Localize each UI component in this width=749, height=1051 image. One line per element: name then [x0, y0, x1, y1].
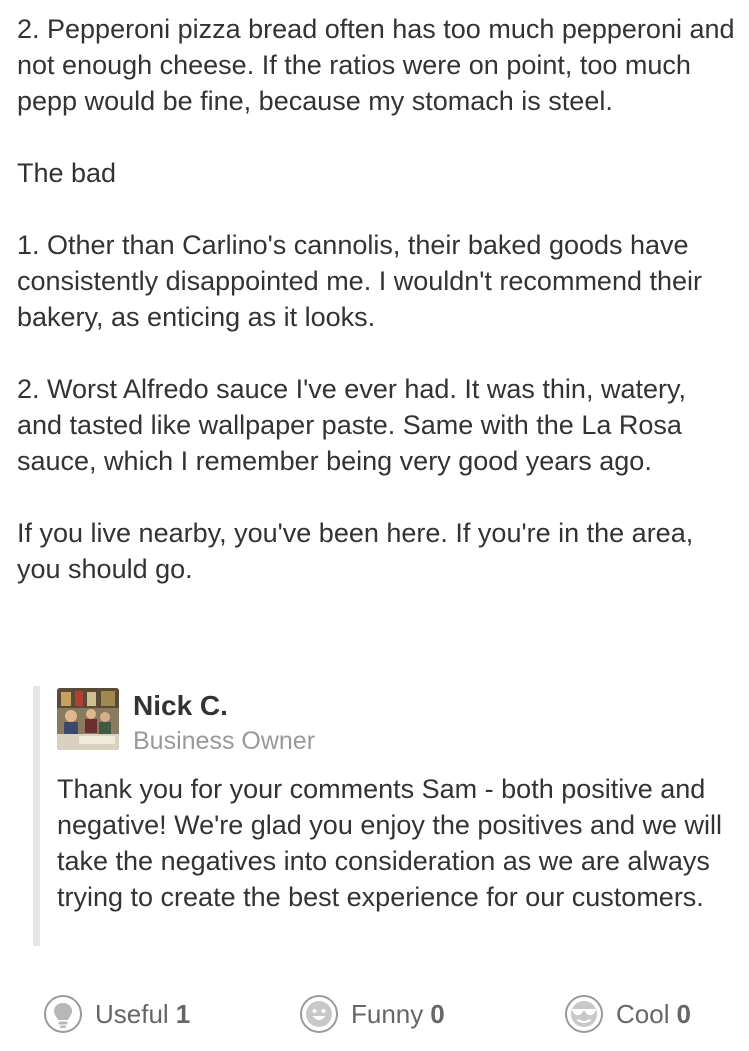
review-paragraph: 2. Worst Alfredo sauce I've ever had. It… — [17, 374, 686, 476]
cool-count: 0 — [676, 998, 691, 1029]
review-body: 2. Pepperoni pizza bread often has too m… — [17, 11, 737, 587]
review-paragraph: 1. Other than Carlino's cannolis, their … — [17, 230, 703, 332]
lightbulb-icon — [43, 994, 83, 1034]
review-section-heading: The bad — [17, 158, 117, 188]
review-actions: Useful 1 Funny 0 Cool 0 — [0, 985, 749, 1041]
funny-count: 0 — [430, 998, 445, 1029]
smiley-face-icon — [299, 994, 339, 1034]
owner-name[interactable]: Nick C. — [133, 688, 228, 724]
owner-reply-text: Thank you for your comments Sam - both p… — [57, 774, 723, 912]
owner-role: Business Owner — [133, 727, 316, 755]
cool-button[interactable]: Cool 0 — [564, 993, 691, 1035]
review-paragraph: 2. Pepperoni pizza bread often has too m… — [17, 14, 735, 116]
useful-label: Useful — [95, 998, 169, 1029]
funny-button[interactable]: Funny 0 — [299, 993, 445, 1035]
useful-button[interactable]: Useful 1 — [43, 993, 190, 1035]
funny-label: Funny — [351, 998, 424, 1029]
owner-avatar[interactable] — [57, 688, 119, 750]
cool-label: Cool — [616, 998, 670, 1029]
owner-reply: Nick C. Business Owner Thank you for you… — [33, 686, 740, 946]
useful-count: 1 — [175, 998, 191, 1029]
sunglasses-face-icon — [564, 994, 604, 1034]
review-paragraph: If you live nearby, you've been here. If… — [17, 518, 694, 584]
